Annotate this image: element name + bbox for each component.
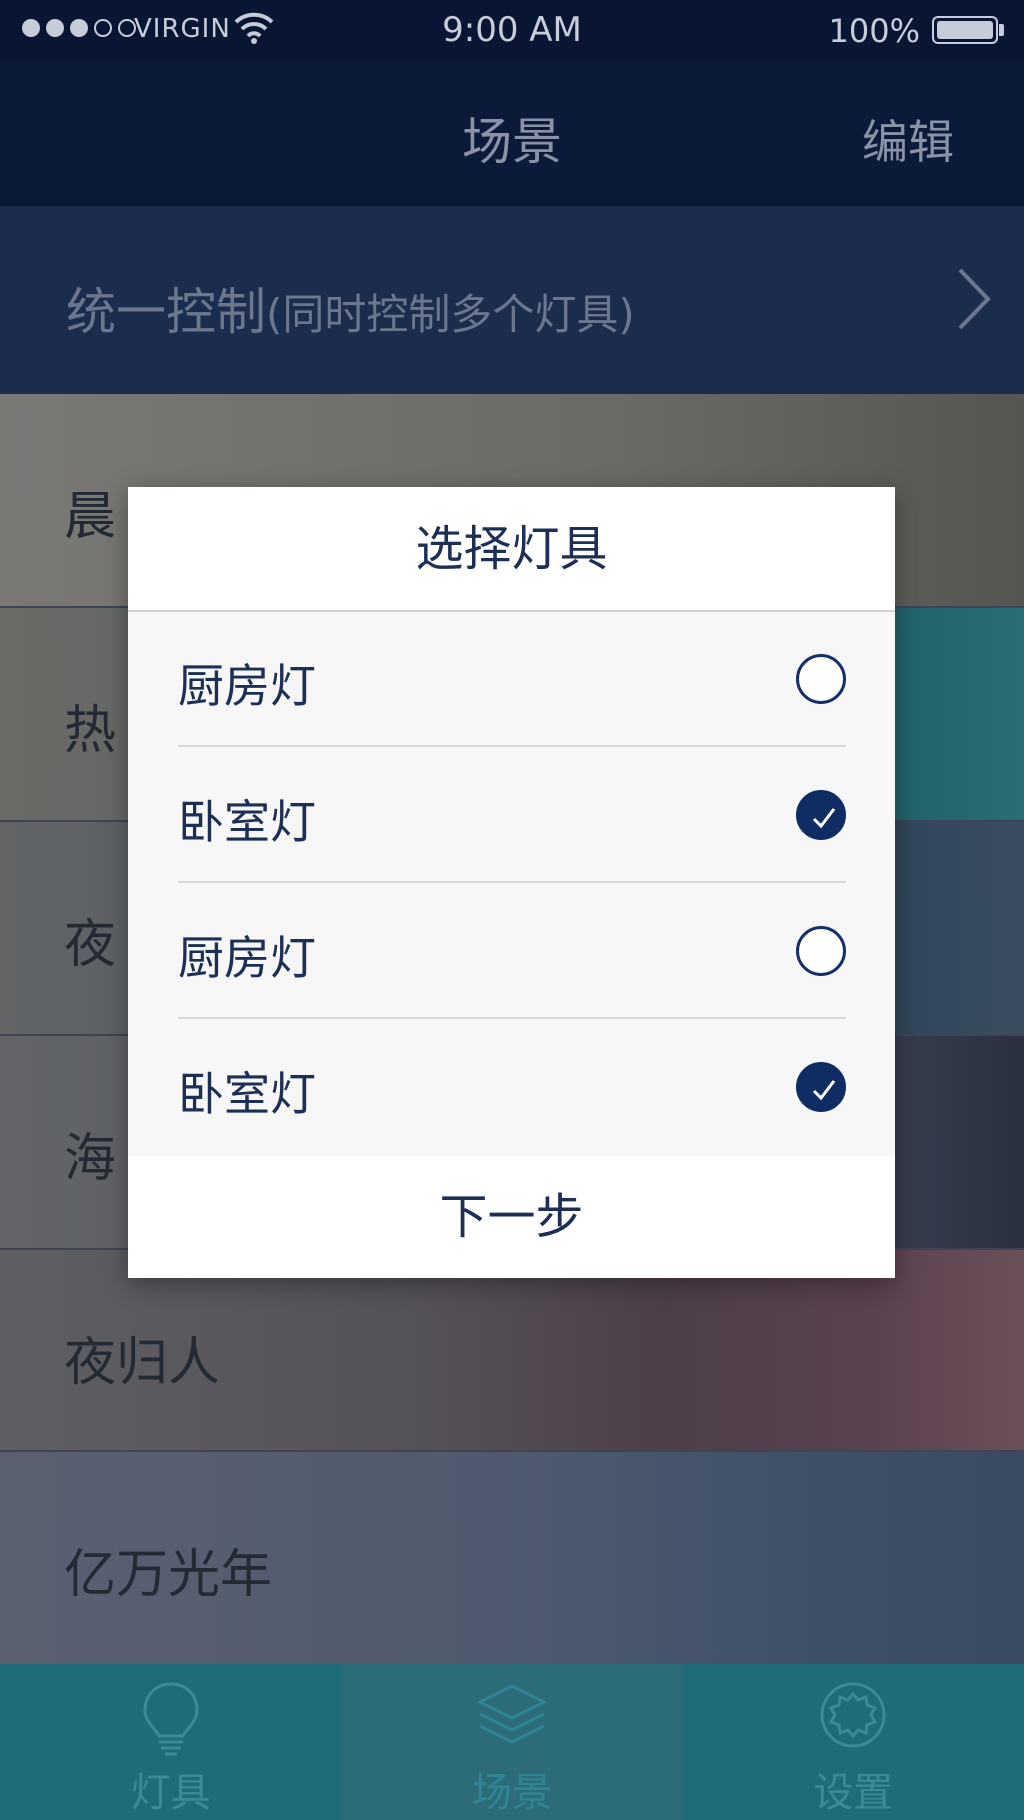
chevron-right-icon [954, 264, 994, 338]
scene-label: 夜归人 [64, 1333, 221, 1393]
select-lights-dialog: 选择灯具 厨房灯 卧室灯 厨房灯 卧室灯 下一步 [128, 487, 895, 1278]
light-option[interactable]: 厨房灯 [178, 612, 846, 747]
tab-lights[interactable]: 灯具 [0, 1664, 341, 1820]
radio-checked-icon[interactable] [796, 790, 846, 840]
light-option-label: 卧室灯 [178, 1067, 316, 1121]
unified-control-title: 统一控制 [66, 283, 266, 341]
nav-bar: 场景 编辑 [0, 60, 1024, 206]
scene-label: 热 [64, 701, 117, 761]
scene-label: 海 [64, 1129, 117, 1189]
scene-item[interactable]: 亿万光年 [0, 1452, 1024, 1664]
unified-control-label: 统一控制(同时控制多个灯具) [66, 272, 635, 344]
tab-scenes[interactable]: 场景 [341, 1664, 683, 1820]
scene-label: 晨 [64, 487, 117, 547]
next-step-button[interactable]: 下一步 [128, 1156, 895, 1278]
unified-control-row[interactable]: 统一控制(同时控制多个灯具) [0, 206, 1024, 396]
light-option[interactable]: 厨房灯 [178, 884, 846, 1019]
battery-percent: 100% [828, 12, 920, 50]
scene-label: 亿万光年 [64, 1545, 273, 1605]
tab-label: 灯具 [130, 1770, 211, 1816]
battery-icon [932, 16, 998, 44]
light-option[interactable]: 卧室灯 [178, 1020, 846, 1155]
radio-unchecked-icon[interactable] [796, 654, 846, 704]
dialog-title: 选择灯具 [128, 487, 895, 612]
tab-bar: 灯具 场景 设置 [0, 1664, 1024, 1820]
light-option-label: 卧室灯 [178, 795, 316, 849]
light-option-label: 厨房灯 [178, 931, 316, 985]
tab-label: 场景 [471, 1770, 552, 1816]
bulb-icon [139, 1680, 203, 1760]
status-bar: VIRGIN 9:00 AM 100% [0, 0, 1024, 60]
tab-label: 设置 [813, 1770, 894, 1816]
light-options-list: 厨房灯 卧室灯 厨房灯 卧室灯 [128, 612, 895, 1156]
tab-settings[interactable]: 设置 [683, 1664, 1024, 1820]
radio-checked-icon[interactable] [796, 1062, 846, 1112]
scene-label: 夜 [64, 915, 117, 975]
light-option-label: 厨房灯 [178, 659, 316, 713]
scene-item[interactable]: 夜归人 [0, 1250, 1024, 1452]
edit-button[interactable]: 编辑 [862, 106, 954, 172]
radio-unchecked-icon[interactable] [796, 926, 846, 976]
unified-control-subtitle: (同时控制多个灯具) [266, 290, 635, 339]
gear-icon [818, 1680, 888, 1754]
layers-icon [476, 1680, 548, 1754]
light-option[interactable]: 卧室灯 [178, 748, 846, 883]
